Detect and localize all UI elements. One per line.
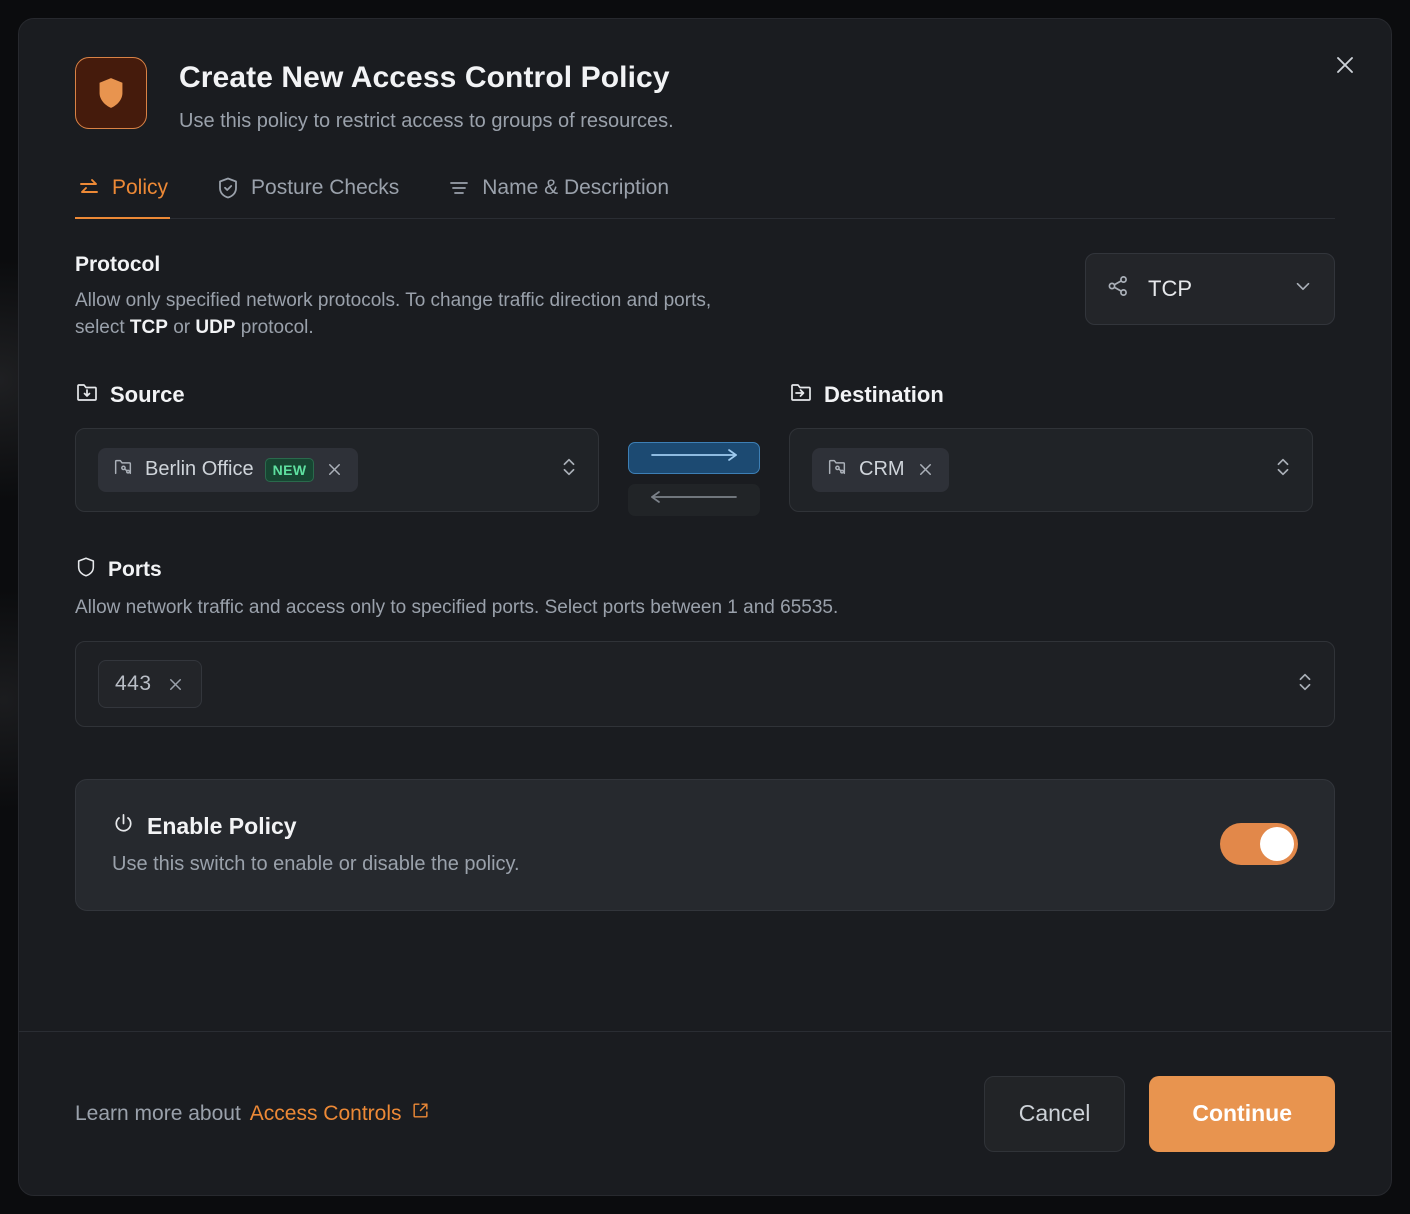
folder-group-icon [112,456,134,484]
folder-down-icon [75,380,99,410]
enable-policy-description: Use this switch to enable or disable the… [112,853,520,876]
list-icon [447,176,471,200]
source-chip-label: Berlin Office [145,458,254,481]
destination-chip[interactable]: CRM [812,448,949,492]
destination-chip-label: CRM [859,458,905,481]
page-title: Create New Access Control Policy [179,61,674,96]
source-chip[interactable]: Berlin Office NEW [98,448,358,492]
learn-more-prefix: Learn more about [75,1102,241,1126]
remove-chip-icon[interactable] [916,460,935,479]
arrow-right-icon [644,447,744,468]
tab-policy[interactable]: Policy [75,170,170,219]
port-chip-label: 443 [115,672,152,696]
protocol-desc-end: protocol. [236,317,314,338]
port-chip[interactable]: 443 [98,660,202,708]
ports-section: Ports Allow network traffic and access o… [75,556,1335,728]
access-controls-link[interactable]: Access Controls [250,1101,430,1126]
tab-posture-checks[interactable]: Posture Checks [214,170,401,219]
protocol-desc-udp: UDP [195,317,235,338]
protocol-description: Allow only specified network protocols. … [75,287,735,342]
protocol-desc-tcp: TCP [130,317,168,338]
modal-footer: Learn more about Access Controls Cancel … [19,1031,1391,1195]
learn-more-text: Learn more about Access Controls [75,1101,430,1126]
protocol-select[interactable]: TCP [1085,253,1335,325]
modal-subtitle: Use this policy to restrict access to gr… [179,108,674,134]
footer-buttons: Cancel Continue [984,1076,1335,1152]
cancel-button[interactable]: Cancel [984,1076,1126,1152]
arrows-exchange-icon [77,176,101,200]
source-label: Source [110,382,185,408]
chevron-down-icon [1292,275,1314,302]
source-stepper-icon[interactable] [558,452,580,487]
direction-toggle [599,380,789,516]
ports-label: Ports [108,558,162,582]
arrow-left-icon [644,489,744,510]
direction-backward-button[interactable] [628,484,760,516]
shield-outline-icon [75,556,97,584]
share-nodes-icon [1106,274,1130,303]
protocol-value: TCP [1148,276,1274,302]
external-link-icon [411,1101,430,1126]
access-controls-link-label: Access Controls [250,1102,402,1126]
tab-label: Policy [112,176,168,200]
enable-policy-card: Enable Policy Use this switch to enable … [75,779,1335,911]
enable-policy-toggle[interactable] [1220,823,1298,865]
direction-forward-button[interactable] [628,442,760,474]
tab-label: Posture Checks [251,176,399,200]
create-policy-modal: Create New Access Control Policy Use thi… [18,18,1392,1196]
destination-label: Destination [824,382,944,408]
close-icon[interactable] [1323,43,1367,87]
source-destination-row: Source Berlin Office NEW [75,380,1335,516]
destination-input[interactable]: CRM [789,428,1313,512]
shield-icon [75,57,147,129]
tab-bar: Policy Posture Checks Name & Description [75,170,1335,219]
source-section: Source Berlin Office NEW [75,380,599,512]
enable-policy-label: Enable Policy [147,813,297,840]
destination-section: Destination CRM [789,380,1313,512]
destination-title: Destination [789,380,1313,410]
protocol-section: Protocol Allow only specified network pr… [75,253,1335,342]
ports-stepper-icon[interactable] [1294,667,1316,702]
remove-chip-icon[interactable] [325,460,344,479]
protocol-desc-mid: or [168,317,195,338]
continue-button[interactable]: Continue [1149,1076,1335,1152]
modal-body: Protocol Allow only specified network pr… [19,219,1391,912]
remove-port-icon[interactable] [166,675,185,694]
ports-title: Ports [75,556,1335,584]
status-badge: NEW [265,458,315,482]
enable-policy-title: Enable Policy [112,812,520,841]
modal-header: Create New Access Control Policy Use thi… [19,19,1391,134]
toggle-knob [1260,827,1294,861]
folder-in-icon [789,380,813,410]
ports-input[interactable]: 443 [75,641,1335,727]
tab-name-description[interactable]: Name & Description [445,170,671,219]
folder-group-icon [826,456,848,484]
protocol-title: Protocol [75,253,735,277]
shield-check-icon [216,176,240,200]
destination-stepper-icon[interactable] [1272,452,1294,487]
source-title: Source [75,380,599,410]
ports-description: Allow network traffic and access only to… [75,594,1275,622]
source-input[interactable]: Berlin Office NEW [75,428,599,512]
tab-label: Name & Description [482,176,669,200]
power-icon [112,812,135,841]
